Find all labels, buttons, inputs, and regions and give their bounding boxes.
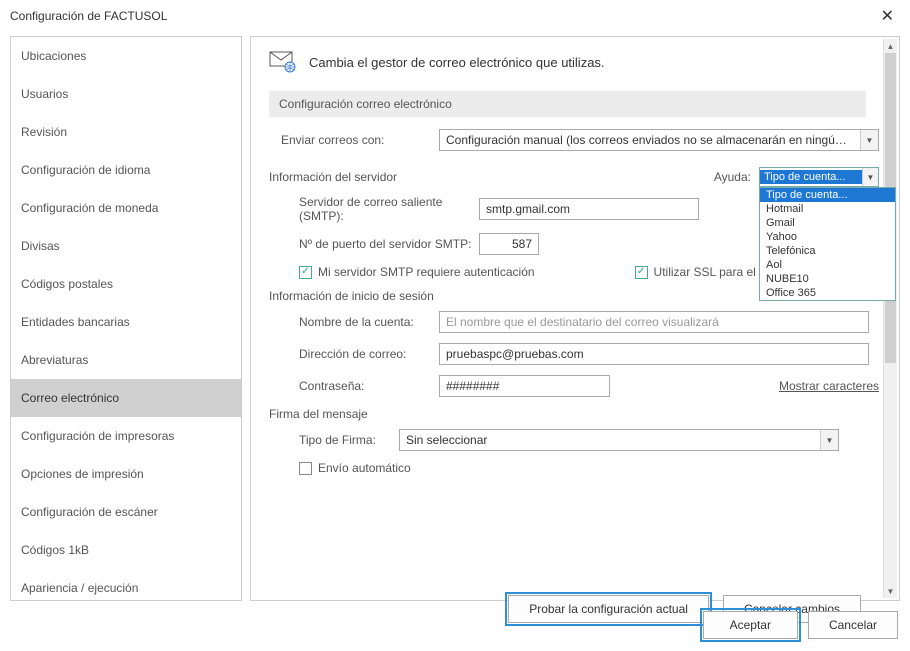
- sidebar-nav: Ubicaciones Usuarios Revisión Configurac…: [10, 36, 242, 601]
- dropdown-option-gmail[interactable]: Gmail: [760, 216, 895, 230]
- account-type-selected: Tipo de cuenta...: [760, 170, 862, 184]
- signature-type-label: Tipo de Firma:: [269, 433, 399, 447]
- config-dialog: Configuración de FACTUSOL ✕ Ubicaciones …: [0, 0, 910, 651]
- dropdown-option-yahoo[interactable]: Yahoo: [760, 230, 895, 244]
- show-characters-link[interactable]: Mostrar caracteres: [779, 379, 879, 393]
- window-title: Configuración de FACTUSOL: [10, 9, 875, 23]
- chevron-down-icon: ▼: [860, 130, 878, 150]
- scroll-up-arrow-icon[interactable]: ▲: [884, 39, 897, 53]
- accept-button[interactable]: Aceptar: [703, 611, 798, 639]
- sidebar-item-abreviaturas[interactable]: Abreviaturas: [11, 341, 241, 379]
- sidebar-item-revision[interactable]: Revisión: [11, 113, 241, 151]
- smtp-port-label: Nº de puerto del servidor SMTP:: [269, 237, 479, 251]
- sidebar-item-divisas[interactable]: Divisas: [11, 227, 241, 265]
- password-input[interactable]: ########: [439, 375, 610, 397]
- send-with-value: Configuración manual (los correos enviad…: [446, 133, 872, 147]
- cancel-button[interactable]: Cancelar: [808, 611, 898, 639]
- checkbox-checked-icon: [299, 266, 312, 279]
- sidebar-item-idioma[interactable]: Configuración de idioma: [11, 151, 241, 189]
- mail-globe-icon: [269, 51, 297, 73]
- password-label: Contraseña:: [269, 379, 439, 393]
- page-header: Cambia el gestor de correo electrónico q…: [309, 55, 605, 70]
- test-config-button[interactable]: Probar la configuración actual: [508, 595, 709, 623]
- dropdown-option-tipo[interactable]: Tipo de cuenta...: [760, 188, 895, 202]
- server-info-heading: Información del servidor: [269, 170, 397, 184]
- titlebar: Configuración de FACTUSOL ✕: [0, 0, 910, 32]
- email-address-input[interactable]: pruebaspc@pruebas.com: [439, 343, 869, 365]
- close-icon[interactable]: ✕: [875, 6, 900, 26]
- sidebar-item-escaner[interactable]: Configuración de escáner: [11, 493, 241, 531]
- dropdown-option-aol[interactable]: Aol: [760, 258, 895, 272]
- chevron-down-icon: ▼: [820, 430, 838, 450]
- dropdown-option-nube10[interactable]: NUBE10: [760, 272, 895, 286]
- dropdown-option-office365[interactable]: Office 365: [760, 286, 895, 300]
- account-name-input[interactable]: El nombre que el destinatario del correo…: [439, 311, 869, 333]
- help-label: Ayuda:: [714, 170, 751, 184]
- account-name-label: Nombre de la cuenta:: [269, 315, 439, 329]
- signature-heading: Firma del mensaje: [269, 407, 879, 421]
- chevron-down-icon: ▼: [862, 168, 878, 186]
- vertical-scrollbar[interactable]: ▲ ▼: [883, 39, 897, 598]
- auto-send-checkbox[interactable]: Envío automático: [299, 461, 411, 475]
- checkbox-checked-icon: [635, 266, 648, 279]
- signature-type-combo[interactable]: Sin seleccionar ▼: [399, 429, 839, 451]
- smtp-server-input[interactable]: smtp.gmail.com: [479, 198, 699, 220]
- email-address-label: Dirección de correo:: [269, 347, 439, 361]
- dropdown-option-hotmail[interactable]: Hotmail: [760, 202, 895, 216]
- smtp-port-input[interactable]: 587: [479, 233, 539, 255]
- sidebar-item-apariencia[interactable]: Apariencia / ejecución: [11, 569, 241, 601]
- sidebar-item-usuarios[interactable]: Usuarios: [11, 75, 241, 113]
- sidebar-item-opciones-impresion[interactable]: Opciones de impresión: [11, 455, 241, 493]
- sidebar-item-entidades-bancarias[interactable]: Entidades bancarias: [11, 303, 241, 341]
- content-panel: Cambia el gestor de correo electrónico q…: [250, 36, 900, 601]
- section-strip-email: Configuración correo electrónico: [269, 91, 866, 117]
- send-with-combo[interactable]: Configuración manual (los correos enviad…: [439, 129, 879, 151]
- sidebar-item-ubicaciones[interactable]: Ubicaciones: [11, 37, 241, 75]
- account-type-combo[interactable]: Tipo de cuenta... ▼ Tipo de cuenta... Ho…: [759, 167, 879, 187]
- sidebar-item-correo-electronico[interactable]: Correo electrónico: [11, 379, 241, 417]
- sidebar-item-impresoras[interactable]: Configuración de impresoras: [11, 417, 241, 455]
- sidebar-item-codigos-1kb[interactable]: Códigos 1kB: [11, 531, 241, 569]
- account-type-dropdown: Tipo de cuenta... Hotmail Gmail Yahoo Te…: [759, 187, 896, 301]
- scroll-down-arrow-icon[interactable]: ▼: [884, 584, 897, 598]
- smtp-auth-checkbox[interactable]: Mi servidor SMTP requiere autenticación: [299, 265, 535, 279]
- sidebar-item-moneda[interactable]: Configuración de moneda: [11, 189, 241, 227]
- dropdown-option-telefonica[interactable]: Telefónica: [760, 244, 895, 258]
- send-with-label: Enviar correos con:: [269, 133, 439, 147]
- sidebar-item-codigos-postales[interactable]: Códigos postales: [11, 265, 241, 303]
- smtp-server-label: Servidor de correo saliente (SMTP):: [269, 195, 479, 223]
- checkbox-unchecked-icon: [299, 462, 312, 475]
